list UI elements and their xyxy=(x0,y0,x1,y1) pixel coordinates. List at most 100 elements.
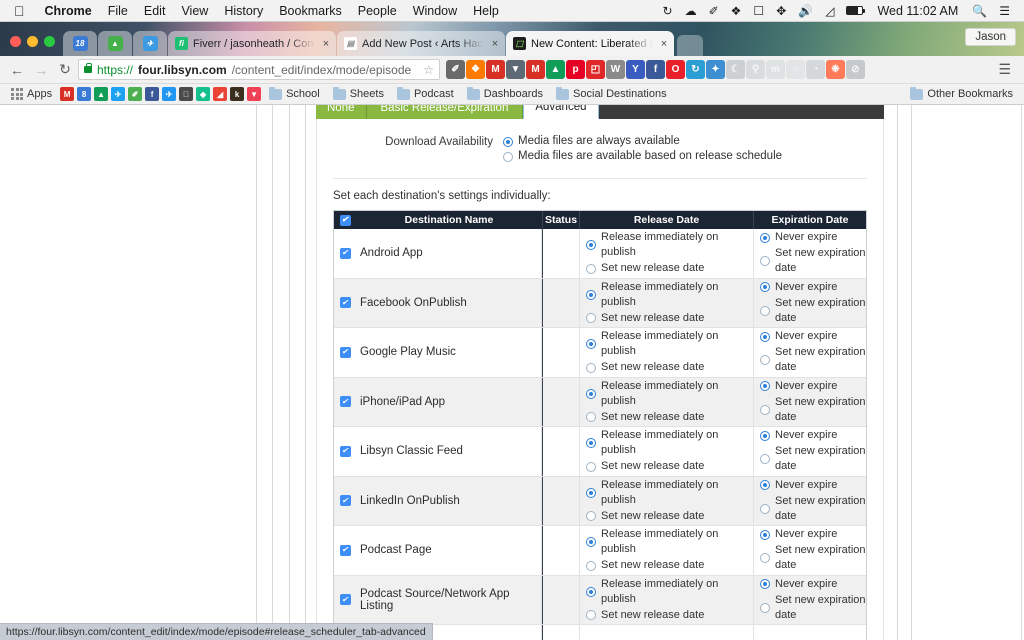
minimize-window-button[interactable] xyxy=(27,36,38,47)
download-availability-option-schedule[interactable]: Media files are available based on relea… xyxy=(503,149,782,164)
expiration-option-0[interactable]: Never expire xyxy=(760,478,866,493)
row-checkbox[interactable] xyxy=(339,495,351,507)
mixed-extension[interactable]: m xyxy=(766,60,785,79)
radio-release-1[interactable] xyxy=(586,313,596,324)
expiration-option-0[interactable]: Never expire xyxy=(760,577,866,592)
bookmark-folder-sheets[interactable]: Sheets xyxy=(328,86,389,101)
hubspot-extension[interactable]: ❉ xyxy=(826,60,845,79)
radio-expiration-1[interactable] xyxy=(760,553,770,564)
select-all-header[interactable] xyxy=(334,211,356,229)
expiration-option-1[interactable]: Set new expiration date xyxy=(760,395,866,425)
circle-extension[interactable]: ○ xyxy=(786,60,805,79)
expiration-option-0[interactable]: Never expire xyxy=(760,280,866,295)
radio-always-available[interactable] xyxy=(503,136,513,147)
radio-expiration-0[interactable] xyxy=(760,331,770,342)
expiration-option-1[interactable]: Set new expiration date xyxy=(760,345,866,375)
expiration-option-1[interactable]: Set new expiration date xyxy=(760,246,866,276)
column-header-destination-name[interactable]: Destination Name xyxy=(356,211,542,229)
flipboard-extension[interactable]: ◰ xyxy=(586,60,605,79)
radio-release-0[interactable] xyxy=(586,487,596,498)
pocket-bookmark[interactable]: ▼ xyxy=(247,87,262,101)
menu-item-file[interactable]: File xyxy=(100,4,136,18)
bookmark-folder-school[interactable]: School xyxy=(264,86,325,101)
menu-bar-clock[interactable]: Wed 11:02 AM xyxy=(869,4,966,18)
row-checkbox[interactable] xyxy=(339,445,351,457)
drive-extension[interactable]: ▲ xyxy=(546,60,565,79)
radio-release-schedule[interactable] xyxy=(503,151,513,162)
radio-release-1[interactable] xyxy=(586,362,596,373)
gmail-bookmark[interactable]: M xyxy=(60,87,75,101)
release-option-1[interactable]: Set new release date xyxy=(586,558,753,573)
facebook-extension[interactable]: f xyxy=(646,60,665,79)
menu-item-edit[interactable]: Edit xyxy=(136,4,174,18)
row-select-cell[interactable] xyxy=(334,427,356,476)
radio-release-1[interactable] xyxy=(586,263,596,274)
menu-item-view[interactable]: View xyxy=(173,4,216,18)
pinned-tab-messenger[interactable]: ✈ xyxy=(133,31,167,56)
radio-expiration-1[interactable] xyxy=(760,602,770,613)
row-checkbox[interactable] xyxy=(339,297,351,309)
pocket-extension[interactable]: ▼ xyxy=(506,60,525,79)
yahoo-extension[interactable]: Y xyxy=(626,60,645,79)
column-header-expiration-date[interactable]: Expiration Date xyxy=(754,211,866,229)
close-tab-icon[interactable]: × xyxy=(489,38,501,50)
apple-logo-icon[interactable]:  xyxy=(0,4,37,18)
airplay-icon[interactable]: ☐ xyxy=(747,5,770,17)
pinterest-extension[interactable]: р xyxy=(566,60,585,79)
browser-tab-new-content[interactable]: ⬚ New Content: Liberated S × xyxy=(506,31,674,56)
select-all-checkbox[interactable] xyxy=(339,214,351,226)
expiration-option-0[interactable]: Never expire xyxy=(760,230,866,245)
download-availability-option-always[interactable]: Media files are always available xyxy=(503,134,782,149)
opera-extension[interactable]: O xyxy=(666,60,685,79)
radio-release-0[interactable] xyxy=(586,388,596,399)
gmail2-extension[interactable]: M xyxy=(526,60,545,79)
radio-release-1[interactable] xyxy=(586,461,596,472)
release-option-1[interactable]: Set new release date xyxy=(586,608,753,623)
release-option-0[interactable]: Release immediately on publish xyxy=(586,527,753,557)
rss-extension[interactable]: ◔ xyxy=(806,60,825,79)
column-header-status[interactable]: Status xyxy=(542,211,580,229)
bookmark-folder-podcast[interactable]: Podcast xyxy=(392,86,459,101)
column-header-release-date[interactable]: Release Date xyxy=(580,211,754,229)
expiration-option-1[interactable]: Set new expiration date xyxy=(760,296,866,326)
pinned-tab-drive[interactable]: ▲ xyxy=(98,31,132,56)
profile-button[interactable]: Jason xyxy=(965,28,1016,46)
menu-item-history[interactable]: History xyxy=(216,4,271,18)
twitter-bookmark[interactable]: ✈ xyxy=(111,87,126,101)
other-bookmarks-folder[interactable]: Other Bookmarks xyxy=(905,86,1018,101)
radio-release-0[interactable] xyxy=(586,438,596,449)
menu-item-bookmarks[interactable]: Bookmarks xyxy=(271,4,350,18)
release-option-1[interactable]: Set new release date xyxy=(586,261,753,276)
radio-expiration-1[interactable] xyxy=(760,454,770,465)
forward-arrow-icon[interactable]: → xyxy=(30,62,52,78)
evernote-bookmark[interactable]: ✐ xyxy=(128,87,143,101)
radio-release-1[interactable] xyxy=(586,560,596,571)
expiration-option-0[interactable]: Never expire xyxy=(760,379,866,394)
star-icon[interactable]: ☆ xyxy=(423,63,434,77)
row-checkbox[interactable] xyxy=(339,544,351,556)
release-option-0[interactable]: Release immediately on publish xyxy=(586,428,753,458)
radio-expiration-1[interactable] xyxy=(760,503,770,514)
bookmark-folder-dashboards[interactable]: Dashboards xyxy=(462,86,548,101)
evernote-extension[interactable]: ✐ xyxy=(446,60,465,79)
expiration-option-0[interactable]: Never expire xyxy=(760,527,866,542)
radio-release-1[interactable] xyxy=(586,610,596,621)
radio-expiration-1[interactable] xyxy=(760,355,770,366)
expiration-option-1[interactable]: Set new expiration date xyxy=(760,543,866,573)
bookmark-folder-social-destinations[interactable]: Social Destinations xyxy=(551,86,672,101)
evernote-icon[interactable]: ✐ xyxy=(703,5,725,17)
address-bar[interactable]: https:// four.libsyn.com/content_edit/ind… xyxy=(78,59,440,80)
radio-release-0[interactable] xyxy=(586,339,596,350)
search-extension[interactable]: ⚲ xyxy=(746,60,765,79)
close-tab-icon[interactable]: × xyxy=(658,38,670,50)
facebook-bookmark[interactable]: f xyxy=(145,87,160,101)
row-checkbox[interactable] xyxy=(339,594,351,606)
expiration-option-1[interactable]: Set new expiration date xyxy=(760,444,866,474)
row-select-cell[interactable] xyxy=(334,279,356,328)
menu-item-chrome[interactable]: Chrome xyxy=(37,4,100,18)
radio-expiration-0[interactable] xyxy=(760,529,770,540)
freshbooks-bookmark[interactable]: ◆ xyxy=(196,87,211,101)
radio-release-1[interactable] xyxy=(586,511,596,522)
release-option-0[interactable]: Release immediately on publish xyxy=(586,478,753,508)
row-checkbox[interactable] xyxy=(339,247,351,259)
